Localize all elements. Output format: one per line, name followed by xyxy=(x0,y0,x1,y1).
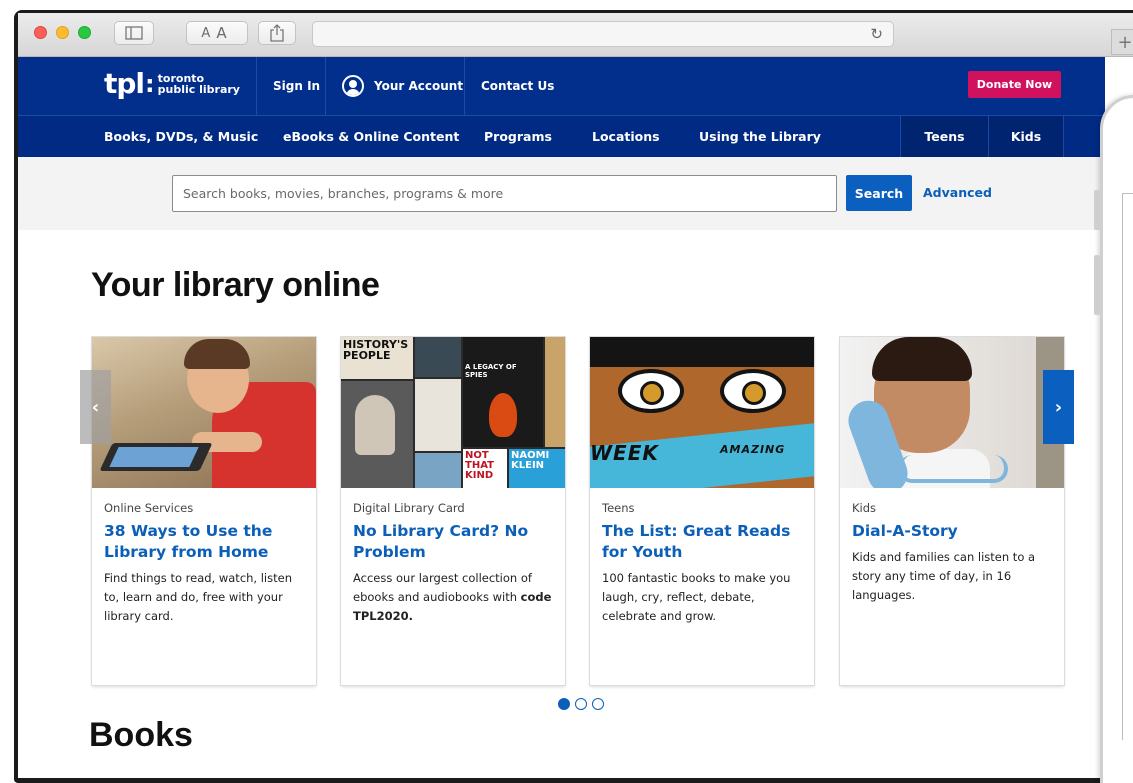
books-section-title: Books xyxy=(89,716,193,754)
card-description: Find things to read, watch, listen to, l… xyxy=(104,571,292,623)
site-top-bar: tpl : toronto public library Sign In You… xyxy=(18,57,1105,115)
your-account-link[interactable]: Your Account xyxy=(325,57,479,115)
carousel-dot-1[interactable] xyxy=(558,698,570,710)
card-title-link[interactable]: Dial-A-Story xyxy=(852,521,1052,542)
card-title-link[interactable]: 38 Ways to Use the Library from Home xyxy=(104,521,304,563)
nav-teens[interactable]: Teens xyxy=(900,116,988,157)
cover-text: NAOMI KLEIN xyxy=(511,450,550,471)
sidebar-icon xyxy=(125,26,143,40)
search-input[interactable] xyxy=(172,175,837,212)
carousel-card[interactable]: Kids Dial-A-Story Kids and families can … xyxy=(840,337,1064,685)
screenshot-frame: A A ↻ + tpl : toronto public library Sig xyxy=(0,0,1133,783)
account-icon xyxy=(342,75,364,97)
cover-text: AMAZING xyxy=(720,443,786,456)
chevron-left-icon: ‹ xyxy=(91,396,100,418)
carousel-next-button[interactable]: › xyxy=(1043,370,1074,444)
card-title-link[interactable]: The List: Great Reads for Youth xyxy=(602,521,802,563)
font-size-buttons[interactable]: A A xyxy=(186,21,248,45)
cover-text: A LEGACY OF SPIES xyxy=(465,363,517,379)
carousel-card[interactable]: HISTORY'S PEOPLE A LEGACY OF SPIES NOT T… xyxy=(341,337,565,685)
plus-icon: + xyxy=(1117,31,1133,53)
carousel-card[interactable]: Online Services 38 Ways to Use the Libra… xyxy=(92,337,316,685)
card-description: 100 fantastic books to make you laugh, c… xyxy=(602,571,791,623)
page-section-title: Your library online xyxy=(91,266,380,304)
carousel-prev-button[interactable]: ‹ xyxy=(80,370,111,444)
card-image-teen-reading: WEEK AMAZING xyxy=(590,337,814,488)
card-image-child-phone xyxy=(840,337,1064,488)
zoom-window-button[interactable] xyxy=(78,26,91,39)
contact-us-link[interactable]: Contact Us xyxy=(464,57,570,115)
card-category: Online Services xyxy=(104,501,194,515)
logo-colon: : xyxy=(145,70,155,98)
card-category: Digital Library Card xyxy=(353,501,465,515)
new-tab-button[interactable]: + xyxy=(1111,29,1133,55)
cover-text: WEEK xyxy=(590,441,659,465)
carousel-dot-2[interactable] xyxy=(575,698,587,710)
device-side-button xyxy=(1094,255,1100,315)
card-description: Kids and families can listen to a story … xyxy=(852,550,1036,602)
tpl-logo[interactable]: tpl : toronto public library xyxy=(104,70,240,98)
nav-books-dvds-music[interactable]: Books, DVDs, & Music xyxy=(104,116,258,157)
chevron-right-icon: › xyxy=(1054,396,1063,418)
card-image-book-covers: HISTORY'S PEOPLE A LEGACY OF SPIES NOT T… xyxy=(341,337,565,488)
main-navigation: Books, DVDs, & Music eBooks & Online Con… xyxy=(18,115,1105,157)
card-title-link[interactable]: No Library Card? No Problem xyxy=(353,521,553,563)
nav-using-the-library[interactable]: Using the Library xyxy=(699,116,821,157)
cover-text: HISTORY'S PEOPLE xyxy=(343,338,409,362)
cover-text: NOT THAT KIND xyxy=(465,450,494,481)
nav-programs[interactable]: Programs xyxy=(484,116,552,157)
address-bar[interactable]: ↻ xyxy=(312,21,894,47)
carousel-card[interactable]: WEEK AMAZING Teens The List: Great Reads… xyxy=(590,337,814,685)
browser-toolbar: A A ↻ + xyxy=(18,13,1133,57)
card-description-text: Access our largest collection of ebooks … xyxy=(353,571,532,604)
donate-now-button[interactable]: Donate Now xyxy=(968,71,1061,98)
increase-font-label[interactable]: A xyxy=(216,24,232,42)
nav-locations[interactable]: Locations xyxy=(592,116,660,157)
carousel-pagination xyxy=(558,698,604,710)
logo-line-2: public library xyxy=(157,83,240,96)
search-button[interactable]: Search xyxy=(846,175,912,211)
advanced-search-link[interactable]: Advanced xyxy=(923,185,992,200)
device-side-button xyxy=(1094,190,1100,230)
sidebar-toggle-button[interactable] xyxy=(114,21,154,45)
logo-text: toronto public library xyxy=(158,73,240,95)
carousel-dot-3[interactable] xyxy=(592,698,604,710)
nav-kids[interactable]: Kids xyxy=(988,116,1064,157)
decrease-font-label[interactable]: A xyxy=(201,26,216,41)
logo-mark: tpl xyxy=(104,67,145,100)
your-account-label: Your Account xyxy=(374,79,464,93)
nav-ebooks-online[interactable]: eBooks & Online Content xyxy=(283,116,459,157)
card-category: Teens xyxy=(602,501,635,515)
reload-icon[interactable]: ↻ xyxy=(870,25,883,43)
search-band: Search Advanced xyxy=(18,157,1105,230)
minimize-window-button[interactable] xyxy=(56,26,69,39)
share-icon xyxy=(270,24,284,42)
close-window-button[interactable] xyxy=(34,26,47,39)
card-description: Access our largest collection of ebooks … xyxy=(353,569,553,626)
tablet-screen-edge xyxy=(1122,193,1133,740)
card-image-child-tablet xyxy=(92,337,316,488)
card-category: Kids xyxy=(852,501,877,515)
share-button[interactable] xyxy=(258,21,296,45)
